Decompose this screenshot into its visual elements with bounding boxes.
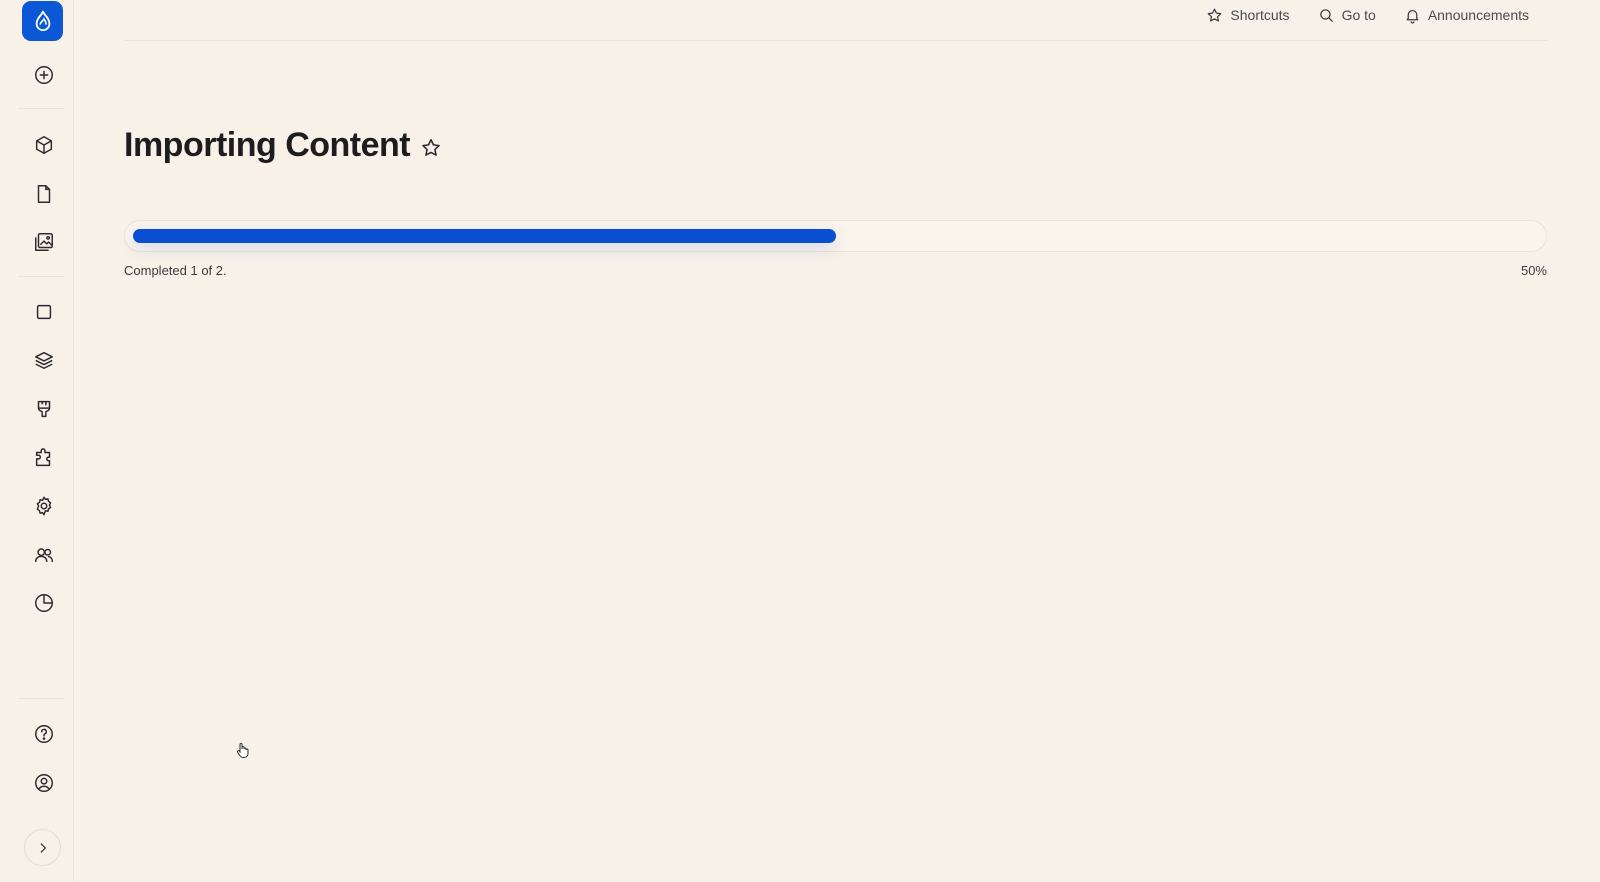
drupal-drop-icon	[35, 10, 50, 32]
go-to-label: Go to	[1341, 7, 1376, 23]
help-circle-icon	[35, 725, 53, 743]
users-icon	[35, 548, 53, 563]
sidebar-item-content[interactable]	[31, 181, 57, 207]
go-to-button[interactable]: Go to	[1318, 5, 1376, 25]
sidebar-item-extend[interactable]	[31, 445, 57, 471]
sidebar-item-people[interactable]	[31, 542, 57, 568]
sidebar-item-media[interactable]	[31, 229, 57, 255]
sidebar-item-help[interactable]	[31, 721, 57, 747]
toolbar-actions: Shortcuts Go to Announcements	[1206, 5, 1529, 25]
brush-icon	[37, 400, 51, 418]
cube-icon	[35, 136, 53, 154]
sidebar-item-add[interactable]	[31, 62, 57, 88]
sidebar-item-user[interactable]	[31, 770, 57, 796]
user-circle-icon	[35, 774, 53, 792]
announcements-label: Announcements	[1427, 7, 1529, 23]
top-toolbar: Shortcuts Go to Announcements	[124, 0, 1547, 41]
puzzle-icon	[35, 448, 51, 467]
sidebar-expand-button[interactable]	[24, 829, 61, 866]
star-icon	[1208, 8, 1222, 22]
document-icon	[37, 185, 51, 203]
drupal-logo[interactable]	[22, 1, 63, 41]
title-row: Importing Content	[124, 126, 444, 165]
page-title: Importing Content	[124, 126, 411, 164]
shortcuts-label: Shortcuts	[1230, 7, 1290, 23]
layers-icon	[35, 351, 53, 369]
sidebar-item-blocks[interactable]	[31, 299, 57, 325]
images-icon	[35, 233, 53, 251]
sidebar-item-appearance[interactable]	[31, 396, 57, 422]
sidebar-divider	[18, 698, 64, 699]
progress-percent: 50%	[1520, 263, 1547, 278]
pie-chart-icon	[35, 594, 53, 612]
sidebar-item-content-types[interactable]	[31, 132, 57, 158]
announcements-button[interactable]: Announcements	[1404, 5, 1529, 25]
mouse-cursor-icon	[236, 743, 249, 758]
progress-bar-fill	[133, 229, 836, 243]
search-icon	[1319, 8, 1333, 22]
sidebar-divider	[18, 276, 64, 277]
chevron-right-icon	[40, 842, 46, 853]
gear-icon	[36, 496, 52, 516]
sidebar-divider	[18, 108, 64, 109]
progress-bar	[124, 220, 1547, 252]
sidebar-item-configuration[interactable]	[31, 493, 57, 519]
shortcuts-button[interactable]: Shortcuts	[1206, 5, 1290, 25]
sidebar	[0, 0, 74, 882]
favorite-star-icon[interactable]	[420, 136, 444, 160]
progress-status-text: Completed 1 of 2.	[124, 263, 227, 278]
square-icon	[36, 304, 52, 320]
sidebar-item-structure[interactable]	[31, 347, 57, 373]
plus-circle-icon	[35, 66, 53, 84]
sidebar-item-reports[interactable]	[31, 590, 57, 616]
bell-icon	[1406, 9, 1419, 23]
